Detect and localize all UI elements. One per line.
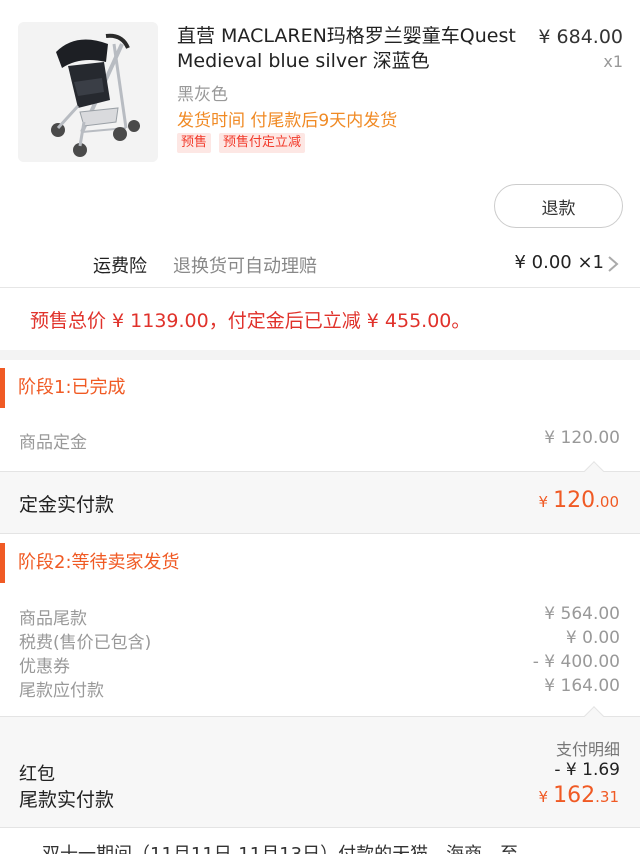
divider (0, 287, 640, 288)
footer-note: …双十一期间（11月11日-11月13日）付款的天猫…海商…至… (0, 840, 640, 854)
insurance-desc: 退换货可自动理赔 (173, 256, 317, 277)
deposit-paid-label: 定金实付款 (19, 494, 115, 516)
product-tags: 预售 预售付定立减 (177, 133, 306, 153)
stage-marker (0, 368, 5, 408)
deposit-paid-block: 定金实付款 ¥ 120.00 (0, 461, 640, 534)
notch-arrow (584, 461, 604, 481)
shipping-time: 发货时间 付尾款后9天内发货 (177, 111, 398, 131)
product-quantity: x1 (603, 52, 623, 71)
hongbao-value: - ¥ 1.69 (554, 760, 620, 780)
presale-tag: 预售 (177, 133, 212, 153)
balance-label: 商品尾款 (19, 609, 87, 629)
insurance-label: 运费险 (93, 256, 147, 277)
tax-label: 税费(售价已包含) (19, 633, 152, 653)
tax-value: ¥ 0.00 (565, 628, 620, 648)
balance-due-value: ¥ 164.00 (544, 676, 620, 696)
stage1-title: 阶段1:已完成 (18, 377, 126, 398)
product-title[interactable]: 直营 MACLAREN玛格罗兰婴童车Quest Medieval blue si… (177, 24, 517, 74)
stage1-header: 阶段1:已完成 (0, 360, 640, 408)
order-item-card[interactable]: 直营 MACLAREN玛格罗兰婴童车Quest Medieval blue si… (0, 0, 640, 182)
balance-paid-amount: ¥ 162.31 (538, 783, 620, 808)
stage2-header: 阶段2:等待卖家发货 (0, 535, 640, 583)
refund-button[interactable]: 退款 (494, 184, 623, 228)
stage2-title: 阶段2:等待卖家发货 (18, 552, 180, 573)
deposit-discount-tag: 预售付定立减 (219, 133, 306, 153)
stage-marker (0, 543, 5, 583)
section-gap (0, 350, 640, 360)
deposit-value: ¥ 120.00 (544, 428, 620, 448)
hongbao-label: 红包 (19, 764, 55, 785)
stroller-image[interactable] (18, 22, 158, 162)
deposit-label: 商品定金 (19, 433, 87, 453)
chevron-right-icon[interactable] (606, 254, 620, 274)
payment-details-link[interactable]: 支付明细 (556, 736, 620, 760)
insurance-price: ¥ 0.00 ×1 (514, 252, 604, 273)
coupon-label: 优惠券 (19, 657, 70, 677)
notch-arrow (584, 706, 604, 726)
balance-value: ¥ 564.00 (544, 604, 620, 624)
product-price: ¥ 684.00 (538, 26, 623, 48)
coupon-value: - ¥ 400.00 (532, 652, 620, 672)
balance-paid-block: 支付明细 红包 - ¥ 1.69 尾款实付款 ¥ 162.31 (0, 706, 640, 828)
deposit-paid-amount: ¥ 120.00 (538, 488, 620, 513)
balance-paid-label: 尾款实付款 (19, 789, 115, 811)
product-variant: 黑灰色 (177, 85, 228, 105)
shipping-insurance-row[interactable]: 运费险 退换货可自动理赔 ¥ 0.00 ×1 (0, 242, 640, 286)
presale-total-note: 预售总价 ¥ 1139.00，付定金后已立减 ¥ 455.00。 (30, 310, 471, 332)
balance-due-label: 尾款应付款 (19, 681, 104, 701)
